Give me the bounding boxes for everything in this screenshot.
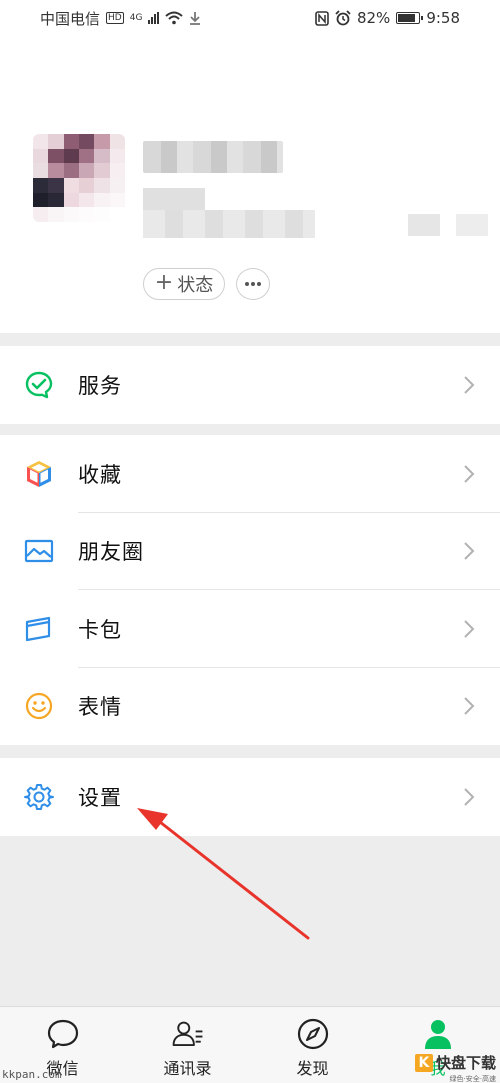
tab-contacts[interactable]: 通讯录 <box>125 1007 250 1083</box>
more-button[interactable] <box>236 268 270 300</box>
wifi-icon <box>165 11 184 25</box>
watermark-tagline: 绿色·安全·高速 <box>449 1075 496 1083</box>
card-wallet-icon <box>24 614 54 644</box>
menu-item-moments[interactable]: 朋友圈 <box>0 513 500 591</box>
menu-item-service[interactable]: 服务 <box>0 346 500 424</box>
watermark-site: kkpan.com <box>2 1068 62 1081</box>
download-icon <box>190 12 201 25</box>
watermark-brand: 快盘下载 <box>435 1054 496 1072</box>
menu-group-service: 服务 <box>0 346 500 424</box>
alarm-icon <box>335 10 351 26</box>
signal-icon <box>148 12 160 24</box>
gear-icon <box>24 782 54 812</box>
tab-discover[interactable]: 发现 <box>250 1007 375 1083</box>
chevron-right-icon <box>464 542 475 560</box>
menu-item-cards[interactable]: 卡包 <box>0 590 500 668</box>
menu-label-stickers: 表情 <box>78 695 122 720</box>
battery-icon <box>396 12 424 24</box>
menu-item-stickers[interactable]: 表情 <box>0 668 500 746</box>
status-bar-left: 中国电信 HD 4G <box>40 8 201 29</box>
nfc-icon <box>315 10 329 26</box>
menu-label-favorites: 收藏 <box>78 462 122 487</box>
status-bar: 中国电信 HD 4G 82% 9:58 <box>0 0 500 36</box>
qr-code-blurred[interactable] <box>408 210 488 236</box>
person-icon <box>421 1017 455 1051</box>
avatar[interactable] <box>33 134 125 222</box>
smiley-icon <box>24 691 54 721</box>
compass-icon <box>296 1017 330 1051</box>
menu-item-settings[interactable]: 设置 <box>0 758 500 836</box>
menu-label-settings: 设置 <box>78 785 122 810</box>
menu-group-settings: 设置 <box>0 758 500 836</box>
wechat-id-blurred <box>143 188 315 240</box>
chevron-right-icon <box>464 620 475 638</box>
nickname-blurred <box>143 141 283 173</box>
menu-item-favorites[interactable]: 收藏 <box>0 435 500 513</box>
clock: 9:58 <box>426 9 460 27</box>
contacts-icon <box>171 1017 205 1051</box>
chevron-right-icon <box>464 788 475 806</box>
profile-header[interactable]: + 状态 <box>0 36 500 333</box>
plus-icon: + <box>154 270 174 295</box>
menu-group-main: 收藏 朋友圈 卡包 表情 <box>0 435 500 745</box>
add-status-button[interactable]: + 状态 <box>143 268 225 300</box>
tab-label-contacts: 通讯录 <box>163 1059 212 1078</box>
hd-badge: HD <box>106 12 124 24</box>
favorites-icon <box>24 459 54 489</box>
network-type: 4G <box>129 12 143 23</box>
status-bar-right: 82% 9:58 <box>315 9 460 27</box>
carrier-label: 中国电信 <box>40 9 101 28</box>
service-icon <box>24 370 54 400</box>
chevron-right-icon <box>464 465 475 483</box>
menu-label-service: 服务 <box>78 373 122 398</box>
menu-label-cards: 卡包 <box>78 617 122 642</box>
watermark-logo-mark: K <box>414 1053 433 1072</box>
moments-icon <box>24 536 54 566</box>
watermark-logo: K 快盘下载 绿色·安全·高速 <box>414 1052 496 1083</box>
chevron-right-icon <box>464 376 475 394</box>
menu-label-moments: 朋友圈 <box>78 540 144 565</box>
tab-label-discover: 发现 <box>296 1059 329 1078</box>
chevron-right-icon <box>464 697 475 715</box>
chat-bubble-icon <box>46 1017 80 1051</box>
battery-percent: 82% <box>356 9 391 27</box>
status-button-label: 状态 <box>177 275 214 296</box>
